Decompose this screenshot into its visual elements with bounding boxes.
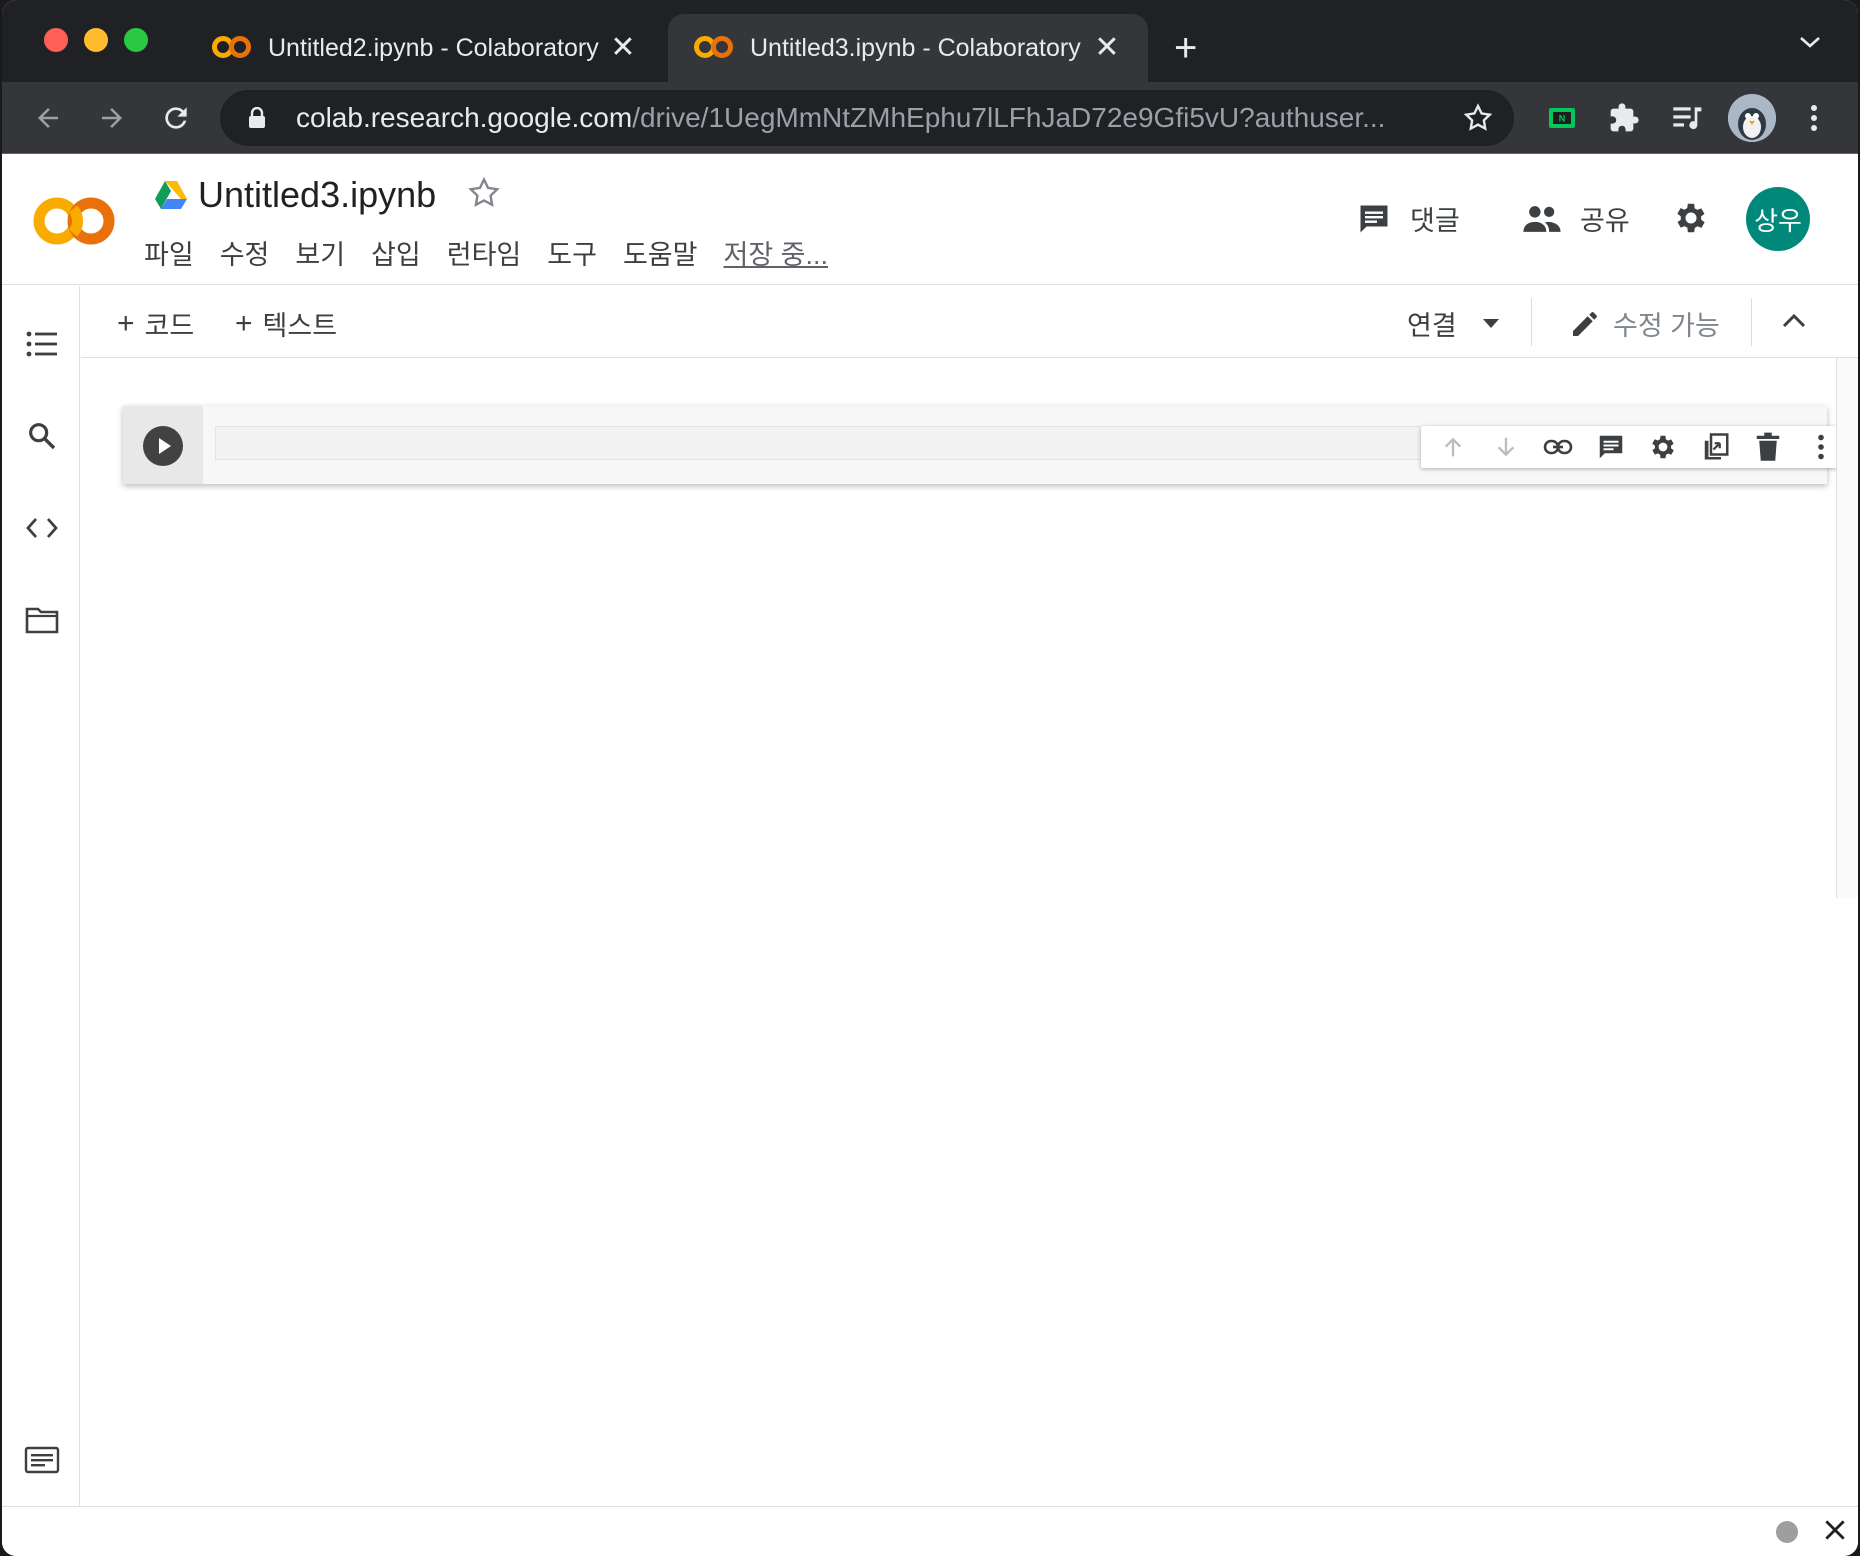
run-cell-button[interactable] [143, 426, 183, 466]
edit-mode-button[interactable]: 수정 가능 [1569, 304, 1720, 343]
browser-tab-untitled2[interactable]: Untitled2.ipynb - Colaboratory ✕ [186, 14, 664, 82]
toolbar-divider [1751, 298, 1752, 346]
colab-favicon-icon [212, 36, 252, 60]
add-text-button[interactable]: + 텍스트 [235, 304, 337, 343]
plus-icon: + [235, 306, 253, 340]
tab-close-icon[interactable]: ✕ [608, 33, 638, 63]
naver-extension-icon[interactable]: N [1544, 100, 1580, 136]
menu-bar: 파일 수정 보기 삽입 런타임 도구 도움말 저장 중... [144, 233, 828, 272]
window-maximize-button[interactable] [124, 28, 148, 52]
colab-logo-icon[interactable] [32, 191, 116, 251]
terminal-icon[interactable] [24, 1442, 60, 1478]
mirror-cell-icon[interactable] [1700, 431, 1732, 463]
close-status-icon[interactable] [1822, 1517, 1848, 1548]
tab-close-icon[interactable]: ✕ [1092, 33, 1122, 63]
pencil-icon [1573, 311, 1597, 336]
more-options-icon[interactable] [1805, 431, 1837, 463]
colab-favicon-icon [694, 36, 734, 60]
delete-icon[interactable] [1752, 431, 1784, 463]
folder-icon[interactable] [24, 602, 60, 638]
menu-file[interactable]: 파일 [144, 233, 194, 272]
saving-status[interactable]: 저장 중... [724, 233, 829, 272]
link-icon[interactable] [1542, 431, 1574, 463]
new-tab-icon[interactable]: + [1174, 28, 1197, 68]
cell-toolbar [1421, 426, 1853, 468]
notebook-content [81, 358, 1853, 1506]
menu-help[interactable]: 도움말 [623, 233, 698, 272]
cell-gutter [123, 406, 203, 484]
reload-icon[interactable] [154, 96, 198, 140]
notebook-title-row: Untitled3.ipynb [154, 173, 502, 216]
profile-avatar[interactable] [1728, 94, 1776, 142]
toc-icon[interactable] [24, 326, 60, 362]
people-icon [1523, 205, 1561, 232]
share-button[interactable]: 공유 [1522, 199, 1630, 238]
notebook-toolbar: + 코드 + 텍스트 연결 수정 가능 [81, 286, 1858, 358]
comments-label: 댓글 [1410, 206, 1460, 236]
menu-view[interactable]: 보기 [295, 233, 345, 272]
notebook-scrollbar[interactable] [1836, 358, 1858, 898]
browser-toolbar: colab.research.google.com/drive/1UegMmNt… [2, 82, 1858, 154]
toolbar-divider [1531, 298, 1532, 346]
extensions-puzzle-icon[interactable] [1606, 100, 1642, 136]
svg-text:N: N [1559, 114, 1566, 124]
connect-label: 연결 [1407, 311, 1457, 341]
address-bar[interactable]: colab.research.google.com/drive/1UegMmNt… [220, 90, 1514, 146]
notebook-title[interactable]: Untitled3.ipynb [198, 174, 436, 216]
menu-edit[interactable]: 수정 [220, 233, 270, 272]
tab-bar: Untitled2.ipynb - Colaboratory ✕ Untitle… [2, 0, 1858, 82]
menu-tools[interactable]: 도구 [547, 233, 597, 272]
window-minimize-button[interactable] [84, 28, 108, 52]
code-snippets-icon[interactable] [24, 510, 60, 546]
google-drive-icon[interactable] [154, 180, 188, 210]
browser-tab-untitled3[interactable]: Untitled3.ipynb - Colaboratory ✕ [668, 14, 1148, 82]
comment-icon[interactable] [1595, 431, 1627, 463]
comments-button[interactable]: 댓글 [1356, 199, 1460, 238]
play-icon [159, 438, 171, 454]
add-text-label: 텍스트 [262, 311, 338, 341]
move-down-icon[interactable] [1490, 431, 1522, 463]
code-cell[interactable] [123, 406, 1853, 484]
comment-icon [1360, 205, 1388, 232]
settings-gear-icon[interactable] [1672, 199, 1710, 242]
lock-icon[interactable] [248, 106, 266, 129]
add-code-button[interactable]: + 코드 [117, 304, 194, 343]
status-bar [2, 1506, 1858, 1556]
media-control-icon[interactable] [1670, 100, 1706, 136]
add-code-label: 코드 [144, 311, 195, 341]
connect-runtime-button[interactable]: 연결 [1407, 304, 1499, 343]
star-icon[interactable] [466, 175, 502, 216]
runtime-status-indicator[interactable] [1776, 1521, 1798, 1543]
settings-icon[interactable] [1647, 431, 1679, 463]
back-arrow-icon[interactable] [26, 96, 70, 140]
tab-search-chevron-icon[interactable] [1798, 34, 1822, 55]
dropdown-caret-icon[interactable] [1482, 319, 1499, 328]
user-avatar[interactable]: 상우 [1746, 187, 1810, 251]
forward-arrow-icon[interactable] [90, 96, 134, 140]
browser-menu-icon[interactable] [1796, 100, 1832, 136]
plus-icon: + [117, 306, 135, 340]
move-up-icon[interactable] [1437, 431, 1469, 463]
search-icon[interactable] [24, 418, 60, 454]
bookmark-star-icon[interactable] [1462, 102, 1494, 139]
browser-window: Untitled2.ipynb - Colaboratory ✕ Untitle… [2, 0, 1858, 1556]
left-sidebar [2, 286, 80, 1506]
colab-header: Untitled3.ipynb 파일 수정 보기 삽입 런타임 도구 도움말 저… [2, 155, 1858, 285]
window-close-button[interactable] [44, 28, 68, 52]
tab-title: Untitled2.ipynb - Colaboratory [268, 33, 599, 62]
menu-runtime[interactable]: 런타임 [447, 233, 522, 272]
url-text[interactable]: colab.research.google.com/drive/1UegMmNt… [296, 102, 1446, 134]
share-label: 공유 [1580, 206, 1630, 236]
edit-mode-label: 수정 가능 [1613, 311, 1720, 341]
menu-insert[interactable]: 삽입 [371, 233, 421, 272]
collapse-header-chevron-icon[interactable] [1781, 306, 1807, 341]
tab-title: Untitled3.ipynb - Colaboratory [750, 33, 1081, 62]
